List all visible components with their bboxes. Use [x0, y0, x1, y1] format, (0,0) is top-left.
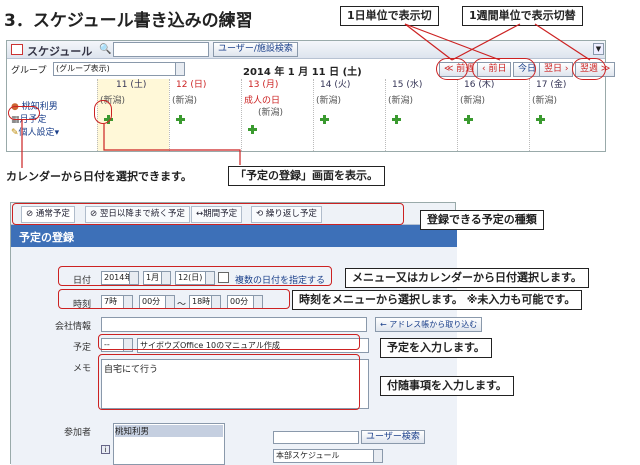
event-registration-panel: ⊘ 通常予定 ⊘ 翌日以降まで続く予定 ↔期間予定 ⟲ 繰り返し予定 予定の登録…	[10, 202, 483, 465]
company-label: 会社情報	[54, 322, 91, 332]
company-input[interactable]	[101, 317, 367, 332]
callout-enter-memo: 付随事項を入力します。	[380, 376, 514, 396]
callout-registration-screen: 「予定の登録」画面を表示。	[228, 166, 385, 186]
participant-item[interactable]: 桃知利男	[115, 425, 223, 437]
callout-time-select: 時刻をメニューから選択します。 ※未入力も可能です。	[292, 290, 583, 310]
callout-date-select: メニュー又はカレンダーから日付選択します。	[345, 268, 589, 288]
user-search-input[interactable]	[273, 431, 359, 444]
memo-label: メモ	[72, 364, 91, 374]
schedule-label: 予定	[72, 343, 91, 353]
address-book-button[interactable]: ← アドレス帳から取り込む	[375, 317, 483, 332]
highlight-memo	[98, 354, 360, 410]
callout-calendar-select: カレンダーから日付を選択できます。	[4, 168, 194, 186]
highlight-event-tabs	[12, 203, 404, 225]
participants-label: 参加者	[63, 428, 91, 438]
form-header: 予定の登録	[11, 225, 457, 247]
info-icon[interactable]: i	[101, 445, 110, 454]
highlight-schedule-input	[98, 334, 360, 350]
group-schedule-select[interactable]: 本部スケジュール	[273, 449, 383, 463]
callout-enter-schedule: 予定を入力します。	[380, 338, 492, 358]
highlight-time-row	[58, 289, 290, 309]
highlight-date-row	[58, 266, 332, 286]
callout-event-types: 登録できる予定の種類	[420, 210, 544, 230]
participants-list[interactable]: 桃知利男	[113, 423, 225, 465]
user-search-button-form[interactable]: ユーザー検索	[361, 430, 425, 444]
